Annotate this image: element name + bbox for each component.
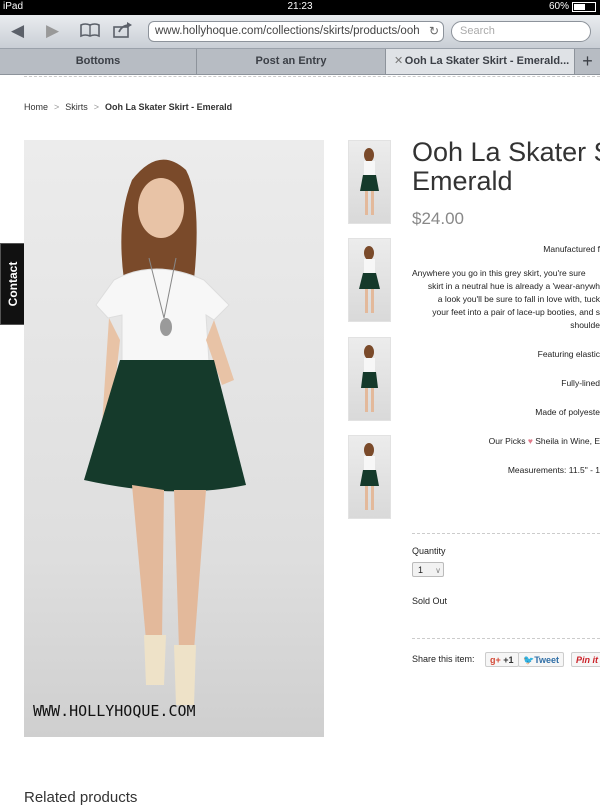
thumbnail-1[interactable] (348, 140, 391, 224)
desc-line: skirt in a neutral hue is already a 'wea… (427, 281, 600, 291)
sold-out-status: Sold Out (412, 596, 448, 606)
thumbnail-figure (359, 246, 380, 313)
heart-icon: ♥ (527, 436, 533, 446)
thumbnail-3[interactable] (348, 337, 391, 421)
quantity-label: Quantity (412, 546, 446, 556)
thumbnail-2[interactable] (348, 238, 391, 322)
our-picks-line: Our Picks ♥ Sheila in Wine, E (412, 435, 600, 448)
search-field[interactable]: Search (451, 21, 591, 42)
desc-line: Measurements: 11.5" - 1 (507, 465, 600, 475)
tab-label: Ooh La Skater Skirt - Emerald... (404, 55, 570, 67)
battery-percent: 60% (548, 1, 569, 12)
google-plus-button[interactable]: g+ +1 (485, 652, 519, 667)
thumbnail-figure (360, 148, 379, 215)
tab-bottoms[interactable]: Bottoms (0, 49, 197, 74)
watermark: WWW.HOLLYHOQUE.COM (33, 702, 196, 720)
pin-it-button[interactable]: Pin it (571, 652, 600, 667)
browser-toolbar: ◀ ▶ www.hollyhoque.com/collections/skirt… (0, 15, 600, 49)
desc-line: your feet into a pair of lace-up booties… (432, 307, 600, 317)
breadcrumb-separator: > (54, 102, 60, 112)
product-description: Manufactured f Anywhere you go in this g… (412, 243, 600, 477)
desc-line: Fully-lined (561, 378, 600, 388)
tab-label: Post an Entry (255, 55, 327, 67)
desc-line: a look you'll be sure to fall in love wi… (437, 294, 600, 304)
bookmarks-icon[interactable] (80, 22, 100, 42)
twitter-bird-icon: 🐦 (523, 655, 535, 665)
related-products-heading: Related products (24, 789, 138, 806)
desc-line: Made of polyeste (535, 407, 600, 417)
back-icon[interactable]: ◀ (11, 22, 24, 40)
quantity-select[interactable]: 1 ∨ (412, 562, 444, 577)
battery-icon (572, 1, 596, 12)
quantity-value: 1 (418, 565, 424, 575)
contact-tab[interactable]: Contact (0, 243, 26, 325)
title-line: Emerald (412, 166, 513, 196)
product-title: Ooh La Skater S Emerald (412, 138, 600, 196)
tweet-button[interactable]: 🐦Tweet (518, 652, 565, 667)
reload-icon[interactable]: ↻ (429, 22, 439, 41)
breadcrumb-separator: > (93, 102, 100, 112)
desc-line: shoulde (570, 320, 600, 330)
title-line: Ooh La Skater S (412, 137, 600, 167)
new-tab-button[interactable]: + (575, 49, 600, 74)
breadcrumb-skirts[interactable]: Skirts (65, 102, 88, 112)
divider (24, 76, 600, 77)
thumbnail-figure (360, 443, 379, 510)
tab-bar: Bottoms Post an Entry ✕ Ooh La Skater Sk… (0, 49, 600, 75)
divider (412, 638, 600, 639)
our-picks-label: Our Picks (488, 436, 526, 446)
desc-line: Manufactured f (543, 244, 600, 254)
tab-product[interactable]: ✕ Ooh La Skater Skirt - Emerald... (386, 49, 575, 74)
share-icon[interactable] (113, 22, 133, 42)
share-label: Share this item: (412, 654, 475, 664)
clock: 21:23 (287, 1, 313, 12)
battery-indicator: 60% (549, 1, 596, 12)
status-bar: iPad 21:23 60% (0, 0, 600, 15)
tweet-label: Tweet (534, 655, 560, 665)
google-plus-label: +1 (503, 655, 514, 665)
breadcrumb-current: Ooh La Skater Skirt - Emerald (105, 102, 233, 112)
desc-line: Featuring elastic (537, 349, 600, 359)
thumbnail-figure (361, 345, 378, 412)
url-text: www.hollyhoque.com/collections/skirts/pr… (155, 25, 420, 37)
google-plus-icon: g+ (490, 655, 501, 665)
model-figure (84, 159, 246, 705)
chevron-down-icon: ∨ (435, 566, 441, 575)
pin-it-label: Pin it (576, 655, 598, 665)
desc-line: Anywhere you go in this grey skirt, you'… (412, 268, 586, 278)
product-price: $24.00 (412, 209, 464, 228)
divider (412, 533, 600, 534)
breadcrumb-home[interactable]: Home (24, 102, 48, 112)
contact-label: Contact (6, 261, 20, 307)
breadcrumb: Home > Skirts > Ooh La Skater Skirt - Emeral… (24, 102, 232, 112)
thumbnail-4[interactable] (348, 435, 391, 519)
address-bar[interactable]: www.hollyhoque.com/collections/skirts/pr… (148, 21, 444, 42)
our-picks-items: Sheila in Wine, E (535, 436, 600, 446)
tab-post-entry[interactable]: Post an Entry (197, 49, 386, 74)
close-tab-icon[interactable]: ✕ (394, 49, 403, 74)
product-image[interactable]: WWW.HOLLYHOQUE.COM (24, 140, 324, 737)
tab-label: Bottoms (75, 55, 121, 67)
forward-icon[interactable]: ▶ (46, 22, 59, 40)
